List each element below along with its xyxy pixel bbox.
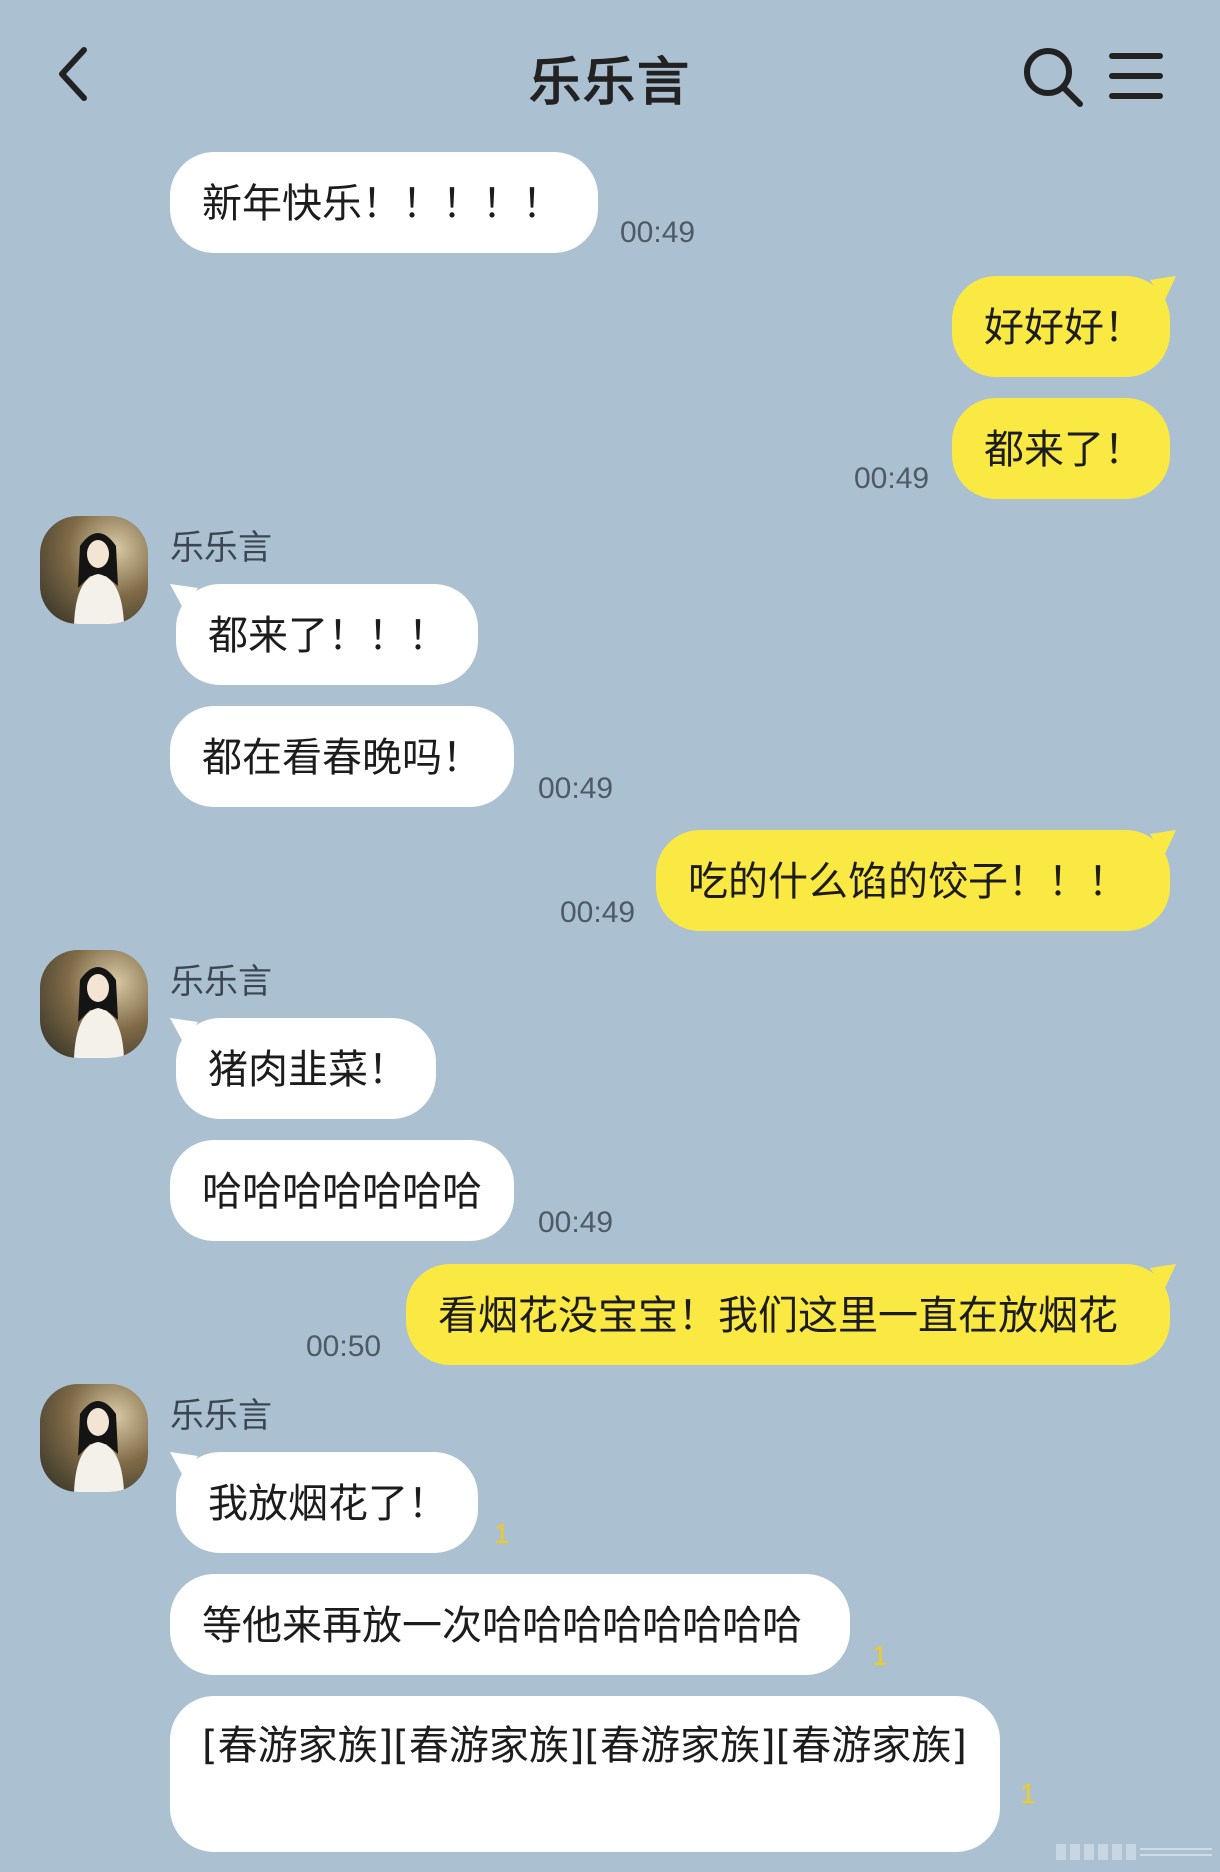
message-time: 00:49 — [560, 896, 636, 929]
search-icon[interactable] — [1020, 44, 1086, 110]
message-bubble-incoming[interactable]: [春游家族][春游家族][春游家族][春游家族] — [170, 1696, 1000, 1852]
bubble-tail — [1150, 830, 1176, 856]
bubble-tail — [170, 1018, 198, 1044]
message-text: 猪肉韭菜！ — [208, 1047, 408, 1093]
message-bubble-incoming[interactable]: 等他来再放一次哈哈哈哈哈哈哈哈 — [170, 1574, 850, 1675]
message-bubble-incoming[interactable]: 我放烟花了！ — [176, 1452, 478, 1553]
sender-name: 乐乐言 — [170, 1396, 272, 1436]
message-text: 好好好！ — [984, 305, 1144, 351]
message-bubble-incoming[interactable]: 猪肉韭菜！ — [176, 1018, 436, 1119]
message-time: 00:49 — [620, 216, 696, 249]
message-text: 都来了！！！ — [208, 613, 448, 659]
message-text: [春游家族][春游家族][春游家族][春游家族] — [202, 1723, 967, 1769]
sender-name: 乐乐言 — [170, 962, 272, 1002]
message-text: 新年快乐！！！！！ — [202, 181, 562, 227]
sender-name: 乐乐言 — [170, 528, 272, 568]
bubble-tail — [1150, 276, 1176, 302]
unread-count: 1 — [1020, 1778, 1036, 1809]
message-bubble-incoming[interactable]: 都在看春晚吗！ — [170, 706, 514, 807]
message-bubble-outgoing[interactable]: 都来了！ — [952, 398, 1170, 499]
message-bubble-incoming[interactable]: 哈哈哈哈哈哈哈 — [170, 1140, 514, 1241]
message-time: 00:49 — [854, 462, 930, 495]
message-text: 等他来再放一次哈哈哈哈哈哈哈哈 — [202, 1603, 802, 1649]
message-bubble-incoming[interactable]: 新年快乐！！！！！ — [170, 152, 598, 253]
message-bubble-outgoing[interactable]: 好好好！ — [952, 276, 1170, 377]
avatar-portrait-icon — [74, 967, 124, 1058]
message-time: 00:50 — [306, 1330, 382, 1363]
message-text: 看烟花没宝宝！我们这里一直在放烟花 — [438, 1293, 1118, 1339]
message-time: 00:49 — [538, 1206, 614, 1239]
watermark-icon — [1056, 1844, 1212, 1860]
message-text: 吃的什么馅的饺子！！！ — [688, 859, 1128, 905]
contact-avatar[interactable] — [40, 950, 148, 1058]
bubble-tail — [1150, 1264, 1176, 1290]
avatar-portrait-icon — [74, 533, 124, 624]
chat-header: 乐乐言 — [0, 0, 1220, 150]
message-text: 哈哈哈哈哈哈哈 — [202, 1169, 482, 1215]
message-text: 都来了！ — [984, 427, 1144, 473]
bubble-tail — [170, 584, 198, 610]
message-bubble-outgoing[interactable]: 吃的什么馅的饺子！！！ — [656, 830, 1170, 931]
message-bubble-incoming[interactable]: 都来了！！！ — [176, 584, 478, 685]
avatar-portrait-icon — [74, 1401, 124, 1492]
message-bubble-outgoing[interactable]: 看烟花没宝宝！我们这里一直在放烟花 — [406, 1264, 1170, 1365]
message-text: 都在看春晚吗！ — [202, 735, 482, 781]
unread-count: 1 — [872, 1640, 888, 1671]
menu-icon[interactable] — [1108, 50, 1164, 102]
message-time: 00:49 — [538, 772, 614, 805]
bubble-tail — [170, 1452, 198, 1478]
unread-count: 1 — [494, 1518, 510, 1549]
contact-avatar[interactable] — [40, 516, 148, 624]
message-text: 我放烟花了！ — [208, 1481, 448, 1527]
contact-avatar[interactable] — [40, 1384, 148, 1492]
